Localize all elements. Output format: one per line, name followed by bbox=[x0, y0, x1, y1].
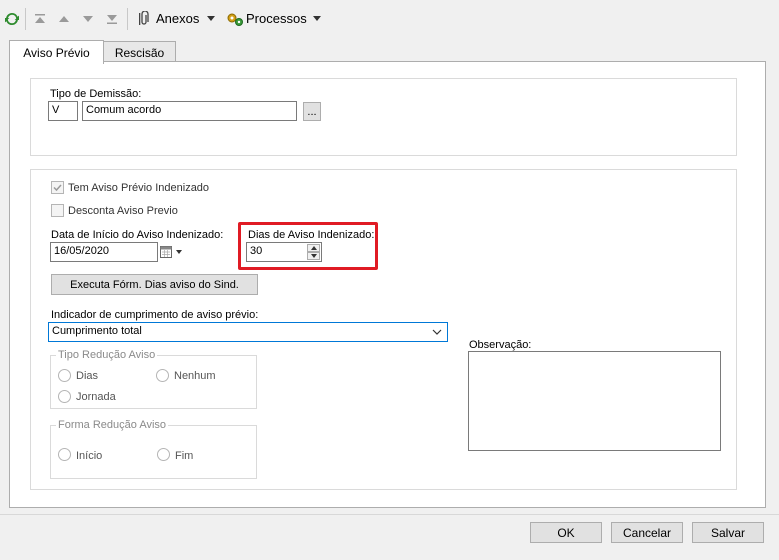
highlight-box bbox=[238, 222, 378, 270]
tab-label: Aviso Prévio bbox=[23, 45, 90, 60]
radio-nenhum[interactable] bbox=[156, 369, 169, 382]
desconta-aviso-checkbox[interactable] bbox=[51, 204, 64, 217]
executa-formula-button[interactable]: Executa Fórm. Dias aviso do Sind. bbox=[51, 274, 258, 295]
chevron-down-icon[interactable] bbox=[207, 16, 215, 21]
chevron-down-icon bbox=[432, 329, 442, 335]
radio-fim-label: Fim bbox=[175, 450, 194, 462]
processos-menu-label[interactable]: Processos bbox=[246, 11, 307, 26]
toolbar-separator bbox=[25, 8, 26, 30]
observacao-textarea[interactable] bbox=[468, 351, 721, 451]
executa-button-label: Executa Fórm. Dias aviso do Sind. bbox=[70, 278, 239, 291]
data-inicio-label: Data de Início do Aviso Indenizado: bbox=[51, 229, 224, 241]
tipo-demissao-lookup-button[interactable]: ... bbox=[303, 102, 321, 121]
tipo-demissao-code-input[interactable]: V bbox=[48, 101, 78, 121]
chevron-down-icon bbox=[176, 250, 182, 254]
tab-rescisao[interactable]: Rescisão bbox=[103, 41, 176, 63]
forma-reducao-legend: Forma Redução Aviso bbox=[56, 419, 169, 431]
tipo-demissao-description-input[interactable]: Comum acordo bbox=[82, 101, 297, 121]
radio-inicio[interactable] bbox=[58, 448, 71, 461]
anexos-menu-label[interactable]: Anexos bbox=[156, 11, 199, 26]
first-record-icon[interactable] bbox=[33, 10, 47, 28]
tipo-reducao-legend: Tipo Redução Aviso bbox=[56, 349, 158, 361]
radio-nenhum-label: Nenhum bbox=[174, 370, 216, 382]
radio-inicio-label: Início bbox=[76, 450, 103, 462]
desconta-aviso-label: Desconta Aviso Previo bbox=[68, 205, 178, 217]
toolbar: Anexos Processos bbox=[0, 0, 779, 36]
refresh-icon[interactable] bbox=[4, 10, 20, 28]
check-icon bbox=[53, 184, 62, 192]
cancelar-button[interactable]: Cancelar bbox=[611, 522, 683, 543]
indicador-select[interactable]: Cumprimento total bbox=[48, 322, 448, 342]
radio-dias[interactable] bbox=[58, 369, 71, 382]
lookup-button-label: ... bbox=[307, 105, 317, 118]
tipo-demissao-label: Tipo de Demissão: bbox=[50, 88, 142, 100]
next-record-icon[interactable] bbox=[81, 10, 95, 28]
radio-jornada-label: Jornada bbox=[76, 391, 116, 403]
ok-button[interactable]: OK bbox=[530, 522, 602, 543]
indicador-value: Cumprimento total bbox=[52, 325, 142, 337]
toolbar-separator bbox=[127, 8, 128, 30]
tem-aviso-label: Tem Aviso Prévio Indenizado bbox=[68, 182, 210, 194]
gears-icon[interactable] bbox=[226, 10, 244, 28]
paperclip-icon[interactable] bbox=[136, 10, 152, 28]
chevron-down-icon[interactable] bbox=[313, 16, 321, 21]
data-inicio-input[interactable]: 16/05/2020 bbox=[50, 242, 158, 262]
tab-aviso-previo[interactable]: Aviso Prévio bbox=[9, 40, 104, 64]
last-record-icon[interactable] bbox=[105, 10, 119, 28]
calendar-icon bbox=[160, 246, 172, 258]
calendar-picker-button[interactable] bbox=[160, 242, 188, 262]
salvar-button[interactable]: Salvar bbox=[692, 522, 764, 543]
radio-fim[interactable] bbox=[157, 448, 170, 461]
salvar-button-label: Salvar bbox=[710, 525, 745, 540]
observacao-label: Observação: bbox=[469, 339, 532, 351]
tem-aviso-checkbox[interactable] bbox=[51, 181, 64, 194]
indicador-label: Indicador de cumprimento de aviso prévio… bbox=[51, 309, 259, 321]
radio-jornada[interactable] bbox=[58, 390, 71, 403]
radio-dias-label: Dias bbox=[76, 370, 99, 382]
ok-button-label: OK bbox=[557, 525, 575, 540]
footer-separator bbox=[0, 514, 779, 515]
tab-label: Rescisão bbox=[114, 45, 165, 60]
previous-record-icon[interactable] bbox=[57, 10, 71, 28]
cancelar-button-label: Cancelar bbox=[622, 525, 672, 540]
